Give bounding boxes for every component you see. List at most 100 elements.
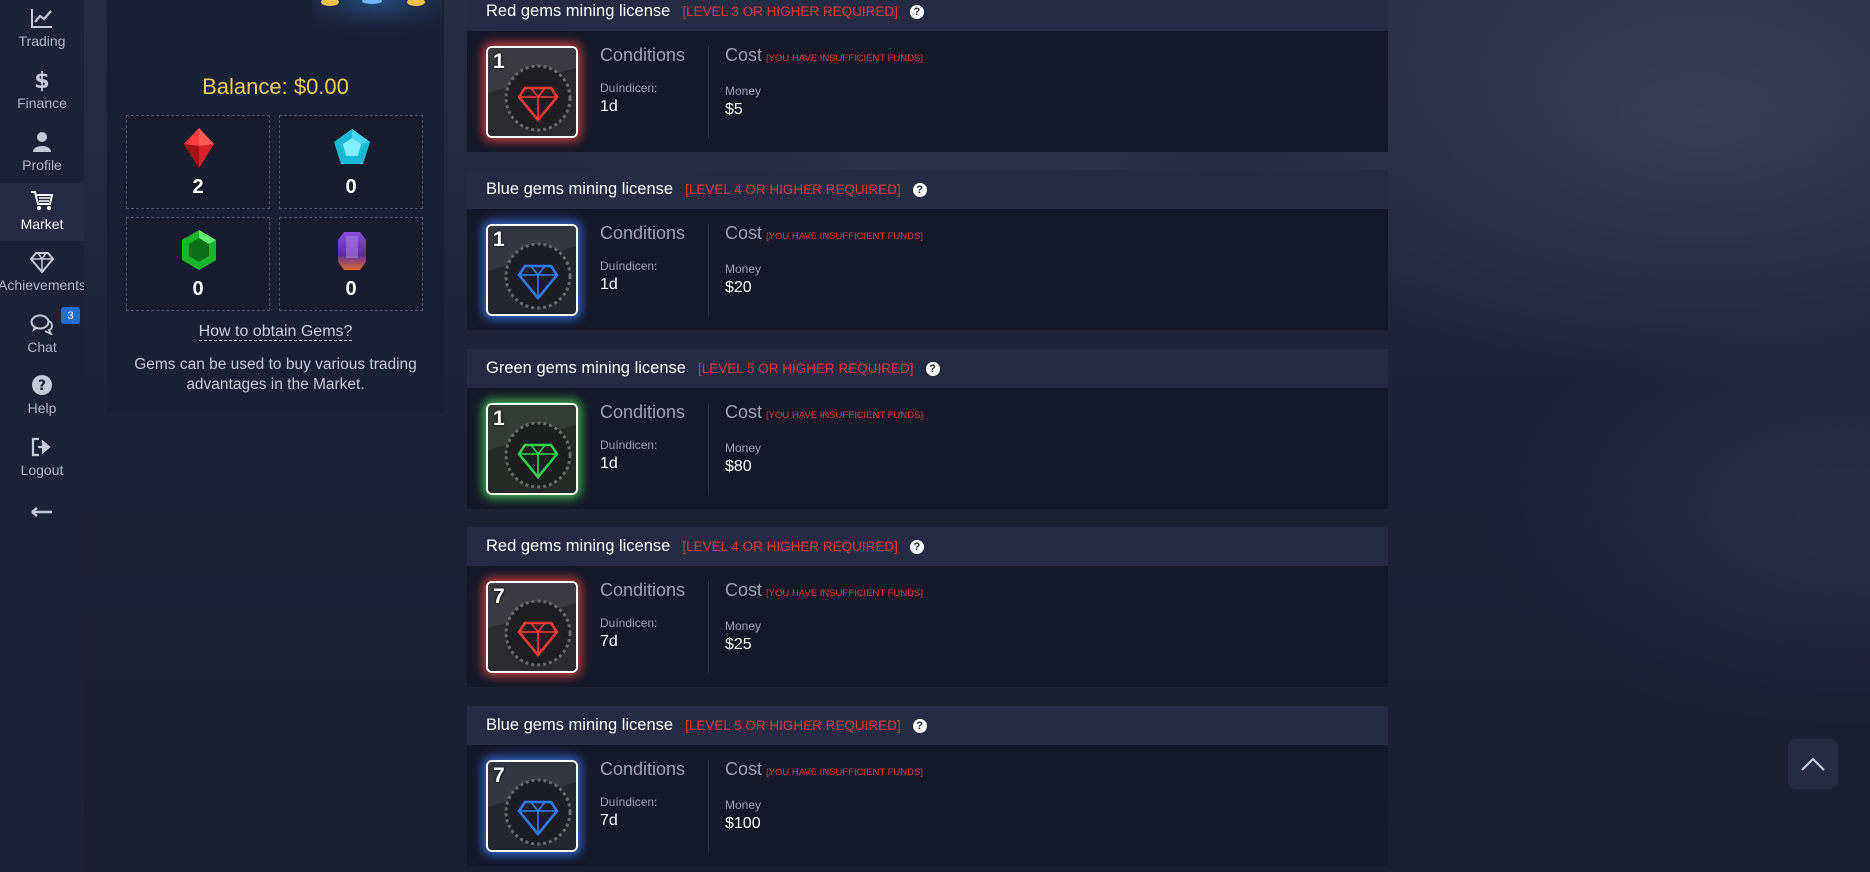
duration-value: 7d	[600, 633, 618, 650]
license-requirement: [LEVEL 3 OR HIGHER REQUIRED]	[682, 4, 898, 19]
help-icon[interactable]: ?	[925, 361, 940, 376]
conditions-heading: Conditions	[600, 759, 686, 779]
divider	[708, 224, 709, 316]
help-icon[interactable]: ?	[912, 182, 927, 197]
license-requirement: [LEVEL 4 OR HIGHER REQUIRED]	[682, 539, 898, 554]
license-card[interactable]: 1 Conditions Duíndicen: 1d Cost [YOU HAVE…	[467, 388, 1388, 509]
diamond-icon	[29, 250, 55, 274]
help-icon: ?	[29, 373, 55, 397]
money-label: Money	[725, 262, 762, 276]
duration-value: 1d	[600, 276, 618, 293]
license-title: Green gems mining license	[486, 359, 686, 377]
license-title: Red gems mining license	[486, 537, 671, 555]
duration-label: Duíndicen:	[600, 438, 658, 452]
sidebar-item-trading[interactable]: Trading	[0, 0, 84, 58]
how-to-obtain-gems-link[interactable]: How to obtain Gems?	[198, 323, 353, 341]
cost-heading: Cost	[725, 759, 763, 779]
sidebar-item-label: Chat	[27, 339, 57, 355]
cyan-gem-icon	[334, 129, 370, 164]
money-value: $5	[725, 101, 743, 118]
help-icon[interactable]: ?	[909, 539, 924, 554]
svg-text:$: $	[34, 69, 49, 92]
conditions-heading: Conditions	[600, 45, 686, 65]
duration-value: 7d	[600, 812, 618, 829]
balance-label: Balance: $0.00	[202, 74, 349, 99]
divider	[708, 403, 709, 495]
license-days-badge: 1	[493, 407, 505, 430]
insufficient-funds-warning: [YOU HAVE INSUFFICIENT FUNDS]	[766, 53, 923, 64]
gem-count-red: 2	[192, 176, 204, 198]
duration-label: Duíndicen:	[600, 616, 658, 630]
money-label: Money	[725, 798, 762, 812]
divider	[708, 46, 709, 138]
money-value: $20	[725, 279, 752, 296]
gem-box-green: 0	[126, 217, 270, 311]
sidebar-item-label: Achievements	[0, 277, 84, 293]
sidebar: Trading $ Finance Profile Market Achieve…	[0, 0, 84, 872]
license-title: Blue gems mining license	[486, 180, 674, 198]
coins-icon	[312, 0, 442, 50]
license-header: Green gems mining license [LEVEL 5 OR HI…	[467, 349, 1388, 388]
gems-description: Gems can be used to buy various trading …	[134, 356, 417, 393]
svg-text:?: ?	[38, 378, 46, 394]
sidebar-item-logout[interactable]: Logout	[0, 429, 84, 487]
duration-value: 1d	[600, 98, 618, 115]
green-license-image: 1	[486, 403, 578, 495]
license-card[interactable]: 7 Conditions Duíndicen: 7d Cost [YOU HAVE…	[467, 745, 1388, 866]
license-card[interactable]: 1 Conditions Duíndicen: 1d Cost [YOU HAVE…	[467, 209, 1388, 330]
sidebar-item-label: Profile	[22, 157, 62, 173]
license-requirement: [LEVEL 5 OR HIGHER REQUIRED]	[697, 361, 914, 376]
license-header: Red gems mining license [LEVEL 4 OR HIGH…	[467, 527, 1388, 566]
cost-heading: Cost	[725, 45, 763, 65]
license-title: Red gems mining license	[486, 2, 671, 20]
money-label: Money	[725, 441, 762, 455]
sidebar-item-achievements[interactable]: Achievements	[0, 244, 84, 302]
red-license-image: 1	[486, 46, 578, 138]
license-days-badge: 1	[493, 228, 505, 251]
arrow-left-icon	[29, 500, 55, 524]
cost-heading: Cost	[725, 402, 763, 422]
money-label: Money	[725, 619, 762, 633]
cost-heading: Cost	[725, 223, 763, 243]
gem-box-red: 2	[126, 115, 270, 209]
cost-heading: Cost	[725, 580, 763, 600]
gem-count-purple: 0	[345, 278, 357, 300]
money-value: $80	[725, 458, 752, 475]
duration-label: Duíndicen:	[600, 81, 658, 95]
gem-count-green: 0	[192, 278, 204, 300]
sidebar-item-help[interactable]: ? Help	[0, 367, 84, 425]
chat-icon	[29, 312, 55, 336]
money-value: $100	[725, 815, 761, 832]
license-card[interactable]: 1 Conditions Duíndicen: 1d Cost [YOU HAVE…	[467, 31, 1388, 152]
sidebar-item-finance[interactable]: $ Finance	[0, 62, 84, 120]
scroll-to-top-button[interactable]	[1788, 739, 1838, 789]
user-icon	[29, 130, 55, 154]
sidebar-item-label: Trading	[18, 33, 66, 49]
money-label: Money	[725, 84, 762, 98]
sidebar-item-market[interactable]: Market	[0, 183, 84, 241]
logout-icon	[29, 435, 55, 459]
red-gem-icon	[184, 128, 214, 168]
license-days-badge: 1	[493, 50, 505, 73]
red-license-image: 7	[486, 581, 578, 673]
help-icon[interactable]: ?	[909, 4, 924, 19]
blue-license-image: 7	[486, 760, 578, 852]
duration-label: Duíndicen:	[600, 795, 658, 809]
chat-unread-badge: 3	[61, 307, 80, 324]
divider	[708, 581, 709, 673]
chart-line-icon	[29, 6, 55, 30]
conditions-heading: Conditions	[600, 223, 686, 243]
insufficient-funds-warning: [YOU HAVE INSUFFICIENT FUNDS]	[766, 410, 923, 421]
license-header: Blue gems mining license [LEVEL 4 OR HIG…	[467, 170, 1388, 209]
help-icon[interactable]: ?	[912, 718, 927, 733]
money-value: $25	[725, 636, 752, 653]
sidebar-item-profile[interactable]: Profile	[0, 124, 84, 182]
sidebar-item-label: Logout	[20, 462, 64, 478]
license-requirement: [LEVEL 5 OR HIGHER REQUIRED]	[685, 718, 901, 733]
sidebar-item-label: Market	[20, 216, 64, 232]
cart-icon	[29, 189, 55, 213]
blue-license-image: 1	[486, 224, 578, 316]
green-gem-icon	[182, 230, 216, 270]
sidebar-collapse-button[interactable]	[0, 494, 84, 524]
license-card[interactable]: 7 Conditions Duíndicen: 7d Cost [YOU HAVE…	[467, 566, 1388, 687]
